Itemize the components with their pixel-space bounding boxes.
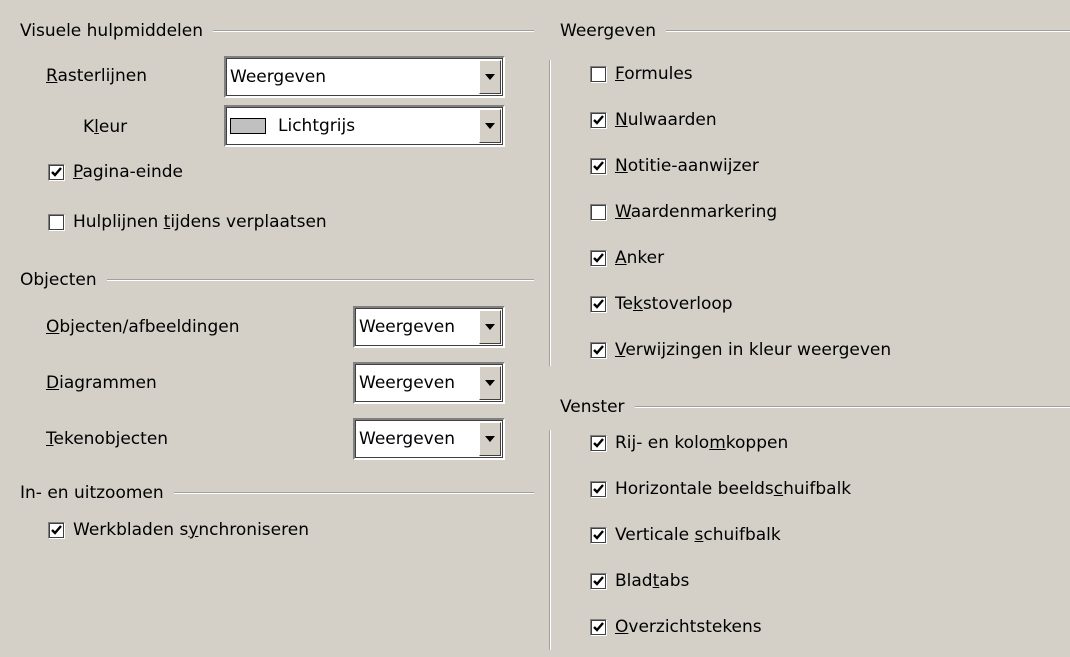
window-option-checkbox[interactable]: Overzichtstekens <box>590 617 762 637</box>
color-value: Lichtgrijs <box>278 116 356 136</box>
checkbox-box <box>590 249 607 267</box>
chevron-down-icon <box>485 123 495 129</box>
checkbox-box <box>590 526 607 544</box>
gridlines-dropdown-button[interactable] <box>479 60 501 94</box>
objects-images-dropdown[interactable]: Weergeven <box>353 306 505 348</box>
checkbox-box <box>590 111 607 129</box>
check-icon <box>593 621 604 632</box>
window-option-label: Overzichtstekens <box>615 617 762 637</box>
window-option-label: Bladtabs <box>615 571 690 591</box>
gridlines-value: Weergeven <box>230 67 326 87</box>
helplines-label: Hulplijnen tijdens verplaatsen <box>73 212 327 232</box>
checkbox-box <box>590 65 607 83</box>
color-swatch <box>230 118 266 134</box>
page-breaks-label: Pagina-einde <box>73 162 183 182</box>
drawing-objects-dropdown[interactable]: Weergeven <box>353 418 505 460</box>
window-option-label: Horizontale beeldschuifbalk <box>615 479 852 499</box>
diagrams-dropdown-button[interactable] <box>479 366 501 400</box>
gridlines-dropdown[interactable]: Weergeven <box>224 56 505 98</box>
window-option-checkbox[interactable]: Verticale schuifbalk <box>590 525 781 545</box>
checkbox-box <box>590 572 607 590</box>
group-divider <box>560 406 1070 408</box>
window-option-label: Rij- en kolomkoppen <box>615 433 789 453</box>
objects-images-value: Weergeven <box>359 317 455 337</box>
page-breaks-checkbox[interactable]: Pagina-einde <box>48 162 183 182</box>
sync-sheets-checkbox[interactable]: Werkbladen synchroniseren <box>48 520 309 540</box>
checkbox-box <box>590 295 607 313</box>
display-option-checkbox[interactable]: Waardenmarkering <box>590 202 777 222</box>
check-icon <box>593 437 604 448</box>
diagrams-label: Diagrammen <box>46 373 157 393</box>
check-icon <box>593 252 604 263</box>
group-title-window: Venster <box>560 397 635 417</box>
check-icon <box>593 575 604 586</box>
window-option-checkbox[interactable]: Horizontale beeldschuifbalk <box>590 479 851 499</box>
display-option-checkbox[interactable]: Anker <box>590 248 664 268</box>
display-option-label: Verwijzingen in kleur weergeven <box>615 340 892 360</box>
checkbox-box <box>590 341 607 359</box>
drawing-objects-value: Weergeven <box>359 429 455 449</box>
group-divider-vertical <box>549 430 551 650</box>
check-icon <box>593 114 604 125</box>
objects-images-label: Objecten/afbeeldingen <box>46 317 240 337</box>
display-option-checkbox[interactable]: Formules <box>590 64 693 84</box>
display-option-label: Anker <box>615 248 665 268</box>
color-label: Kleur <box>83 117 128 137</box>
window-option-checkbox[interactable]: Bladtabs <box>590 571 689 591</box>
check-icon <box>51 524 62 535</box>
chevron-down-icon <box>485 436 495 442</box>
chevron-down-icon <box>485 74 495 80</box>
display-option-checkbox[interactable]: Notitie-aanwijzer <box>590 156 759 176</box>
group-title-zoom: In- en uitzoomen <box>20 483 174 503</box>
chevron-down-icon <box>485 324 495 330</box>
check-icon <box>593 344 604 355</box>
objects-images-dropdown-button[interactable] <box>479 310 501 344</box>
checkbox-box <box>590 157 607 175</box>
diagrams-value: Weergeven <box>359 373 455 393</box>
checkbox-box <box>48 163 65 181</box>
display-option-label: Formules <box>615 64 693 84</box>
sync-sheets-label: Werkbladen synchroniseren <box>73 520 309 540</box>
display-option-checkbox[interactable]: Nulwaarden <box>590 110 717 130</box>
display-option-label: Nulwaarden <box>615 110 717 130</box>
check-icon <box>51 166 62 177</box>
color-dropdown-button[interactable] <box>479 109 501 143</box>
window-option-checkbox[interactable]: Rij- en kolomkoppen <box>590 433 788 453</box>
diagrams-dropdown[interactable]: Weergeven <box>353 362 505 404</box>
gridlines-label: Rasterlijnen <box>46 66 148 86</box>
checkbox-box <box>590 203 607 221</box>
group-title-display: Weergeven <box>560 21 666 41</box>
checkbox-box <box>590 618 607 636</box>
color-dropdown[interactable]: Lichtgrijs <box>224 105 505 147</box>
check-icon <box>593 160 604 171</box>
checkbox-box <box>590 480 607 498</box>
check-icon <box>593 298 604 309</box>
drawing-objects-dropdown-button[interactable] <box>479 422 501 456</box>
group-title-objects: Objecten <box>20 270 107 290</box>
check-icon <box>593 483 604 494</box>
checkbox-box <box>48 521 65 539</box>
checkbox-box <box>48 213 65 231</box>
display-option-checkbox[interactable]: Tekstoverloop <box>590 294 733 314</box>
drawing-objects-label: Tekenobjecten <box>46 429 169 449</box>
display-option-label: Tekstoverloop <box>615 294 733 314</box>
group-title-visual-aids: Visuele hulpmiddelen <box>20 21 213 41</box>
display-option-checkbox[interactable]: Verwijzingen in kleur weergeven <box>590 340 891 360</box>
group-divider-vertical <box>549 60 551 366</box>
display-option-label: Notitie-aanwijzer <box>615 156 759 176</box>
chevron-down-icon <box>485 380 495 386</box>
display-option-label: Waardenmarkering <box>615 202 778 222</box>
check-icon <box>593 529 604 540</box>
checkbox-box <box>590 434 607 452</box>
window-option-label: Verticale schuifbalk <box>615 525 781 545</box>
helplines-checkbox[interactable]: Hulplijnen tijdens verplaatsen <box>48 212 327 232</box>
